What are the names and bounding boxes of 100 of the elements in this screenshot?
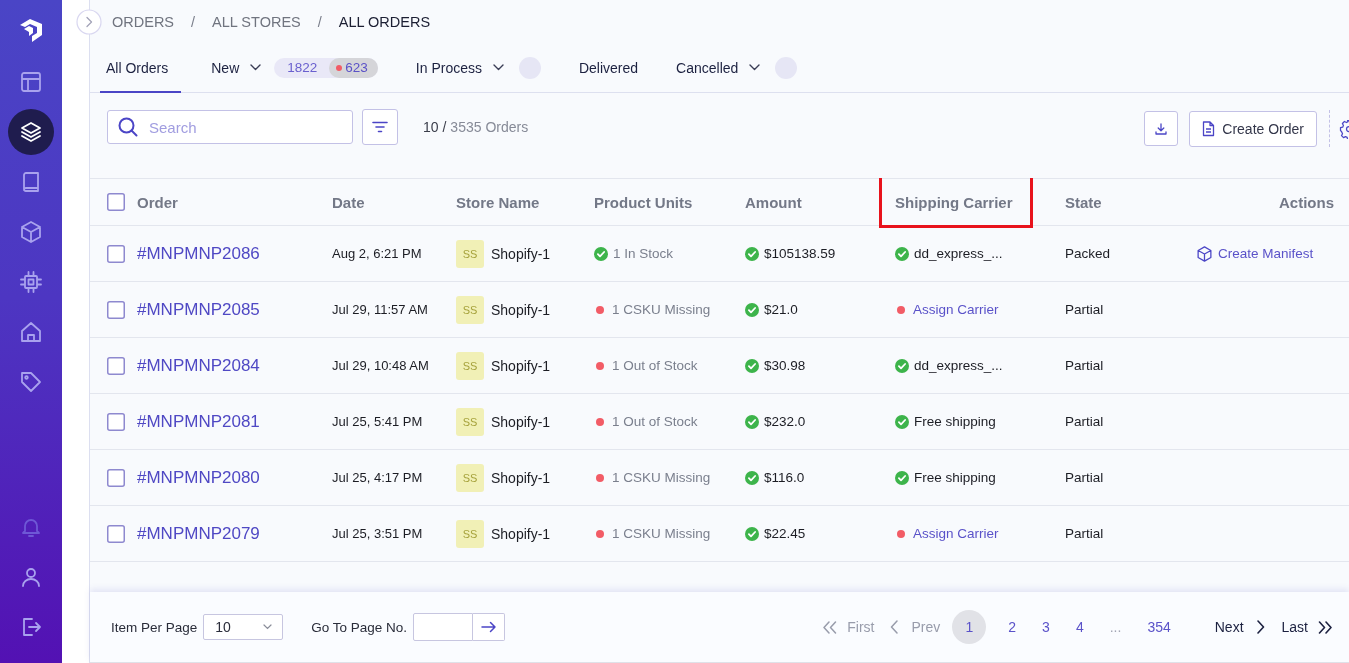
filter-icon bbox=[372, 121, 388, 133]
status-tab[interactable]: Cancelled bbox=[670, 44, 806, 93]
carrier-name: Free shipping bbox=[914, 414, 996, 429]
store-avatar: SS bbox=[456, 351, 484, 380]
checkbox[interactable] bbox=[107, 300, 125, 319]
checkbox[interactable] bbox=[107, 356, 125, 375]
amount-text: $105138.59 bbox=[764, 246, 836, 261]
cube-icon[interactable] bbox=[19, 220, 43, 244]
column-header: Amount bbox=[745, 193, 802, 211]
order-date: Aug 2, 6:21 PM bbox=[332, 246, 422, 261]
stock-status: 1 Out of Stock bbox=[612, 414, 698, 429]
double-chevron-left-icon bbox=[822, 620, 838, 634]
amount-text: $116.0 bbox=[764, 470, 805, 485]
stock-status: 1 CSKU Missing bbox=[612, 470, 711, 485]
page-button[interactable]: 354 bbox=[1147, 619, 1171, 635]
chevron-right-icon[interactable] bbox=[76, 9, 102, 35]
chevron-right-icon bbox=[1256, 620, 1265, 634]
carrier-link[interactable]: Assign Carrier bbox=[913, 526, 999, 541]
breadcrumb-link[interactable]: ALL STORES bbox=[212, 14, 301, 30]
order-state: Partial bbox=[1065, 302, 1104, 317]
order-link[interactable]: #MNPMNP2079 bbox=[137, 523, 260, 544]
cube-icon bbox=[1196, 244, 1213, 263]
amount-text: $22.45 bbox=[764, 526, 806, 541]
order-link[interactable]: #MNPMNP2080 bbox=[137, 467, 260, 488]
column-header: Product Units bbox=[594, 193, 693, 211]
next-page-button[interactable]: Next bbox=[1214, 619, 1265, 635]
carrier-name: dd_express_... bbox=[914, 246, 1003, 261]
breadcrumb-separator: / bbox=[317, 14, 322, 30]
stock-status: 1 In Stock bbox=[613, 246, 674, 261]
amount-text: $232.0 bbox=[764, 414, 806, 429]
document-icon bbox=[1202, 120, 1216, 137]
column-header: State bbox=[1065, 193, 1102, 211]
order-state: Partial bbox=[1065, 414, 1104, 429]
column-header: Date bbox=[332, 193, 365, 211]
download-button[interactable] bbox=[1144, 111, 1179, 146]
filter-button[interactable] bbox=[362, 109, 398, 145]
search-field[interactable]: Search bbox=[107, 110, 353, 144]
status-tab[interactable]: In Process bbox=[409, 44, 549, 93]
page-button[interactable]: 2 bbox=[1008, 619, 1017, 635]
checkbox[interactable] bbox=[107, 524, 125, 543]
column-header: Order bbox=[137, 193, 178, 211]
page-button[interactable]: 1 bbox=[952, 610, 987, 644]
page-button[interactable]: 4 bbox=[1075, 619, 1084, 635]
store-avatar: SS bbox=[456, 519, 484, 548]
order-link[interactable]: #MNPMNP2084 bbox=[137, 355, 260, 376]
order-date: Jul 25, 5:41 PM bbox=[332, 414, 423, 429]
chip-icon[interactable] bbox=[19, 270, 43, 294]
store-name: Shopify-1 bbox=[491, 525, 551, 542]
caret-icon bbox=[263, 624, 273, 630]
stock-status: 1 CSKU Missing bbox=[612, 526, 711, 541]
order-link[interactable]: #MNPMNP2085 bbox=[137, 299, 260, 320]
order-state: Partial bbox=[1065, 358, 1104, 373]
column-header: Actions bbox=[1279, 193, 1334, 211]
checkbox[interactable] bbox=[107, 244, 125, 263]
store-name: Shopify-1 bbox=[491, 357, 551, 374]
checkbox[interactable] bbox=[107, 468, 125, 487]
last-page-button[interactable]: Last bbox=[1281, 619, 1333, 635]
action-link[interactable]: Create Manifest bbox=[1196, 244, 1314, 263]
order-date: Jul 25, 3:51 PM bbox=[332, 526, 423, 541]
store-name: Shopify-1 bbox=[491, 301, 551, 318]
total-count: 3535 Orders bbox=[450, 119, 529, 135]
carrier-name: dd_express_... bbox=[914, 358, 1003, 373]
layers-icon[interactable] bbox=[8, 109, 54, 155]
create-order-button[interactable]: Create Order bbox=[1189, 110, 1317, 147]
per-page-select[interactable]: 10 bbox=[203, 614, 284, 640]
breadcrumb-separator: / bbox=[191, 14, 196, 30]
tag-icon[interactable] bbox=[19, 370, 43, 394]
carrier-name: Free shipping bbox=[914, 470, 996, 485]
order-state: Partial bbox=[1065, 470, 1104, 485]
home-icon[interactable] bbox=[19, 320, 43, 344]
order-state: Packed bbox=[1065, 246, 1111, 261]
store-name: Shopify-1 bbox=[491, 245, 551, 262]
count-text: 623 bbox=[345, 60, 368, 75]
alert-dot-icon bbox=[336, 64, 343, 71]
status-tab[interactable]: All Orders bbox=[100, 44, 182, 93]
column-header: Store Name bbox=[456, 193, 540, 211]
shown-count: 10 / bbox=[423, 119, 447, 135]
checkbox[interactable] bbox=[107, 193, 125, 211]
stock-status: 1 Out of Stock bbox=[612, 358, 698, 373]
checkbox[interactable] bbox=[107, 412, 125, 431]
layout-icon[interactable] bbox=[19, 70, 43, 94]
go-button[interactable] bbox=[473, 613, 506, 641]
column-header: Shipping Carrier bbox=[895, 193, 1013, 211]
search-icon bbox=[118, 117, 138, 137]
download-icon bbox=[1155, 122, 1168, 135]
page-number-input[interactable] bbox=[413, 613, 474, 641]
page-button[interactable]: 3 bbox=[1042, 619, 1050, 635]
carrier-link[interactable]: Assign Carrier bbox=[913, 302, 999, 317]
store-avatar: SS bbox=[456, 239, 484, 268]
order-date: Jul 25, 4:17 PM bbox=[332, 470, 423, 485]
breadcrumb-link[interactable]: ORDERS bbox=[112, 14, 175, 30]
order-state: Partial bbox=[1065, 526, 1104, 541]
order-link[interactable]: #MNPMNP2086 bbox=[137, 243, 260, 264]
go-to-page-label: Go To Page No. bbox=[311, 619, 408, 635]
arrow-right-icon bbox=[480, 621, 497, 633]
status-tab[interactable]: Delivered bbox=[572, 44, 647, 93]
status-tab[interactable]: New 1822 623 bbox=[205, 44, 386, 93]
order-link[interactable]: #MNPMNP2081 bbox=[137, 411, 260, 432]
count-text: 1822 bbox=[286, 59, 319, 77]
user-icon[interactable] bbox=[19, 565, 43, 589]
